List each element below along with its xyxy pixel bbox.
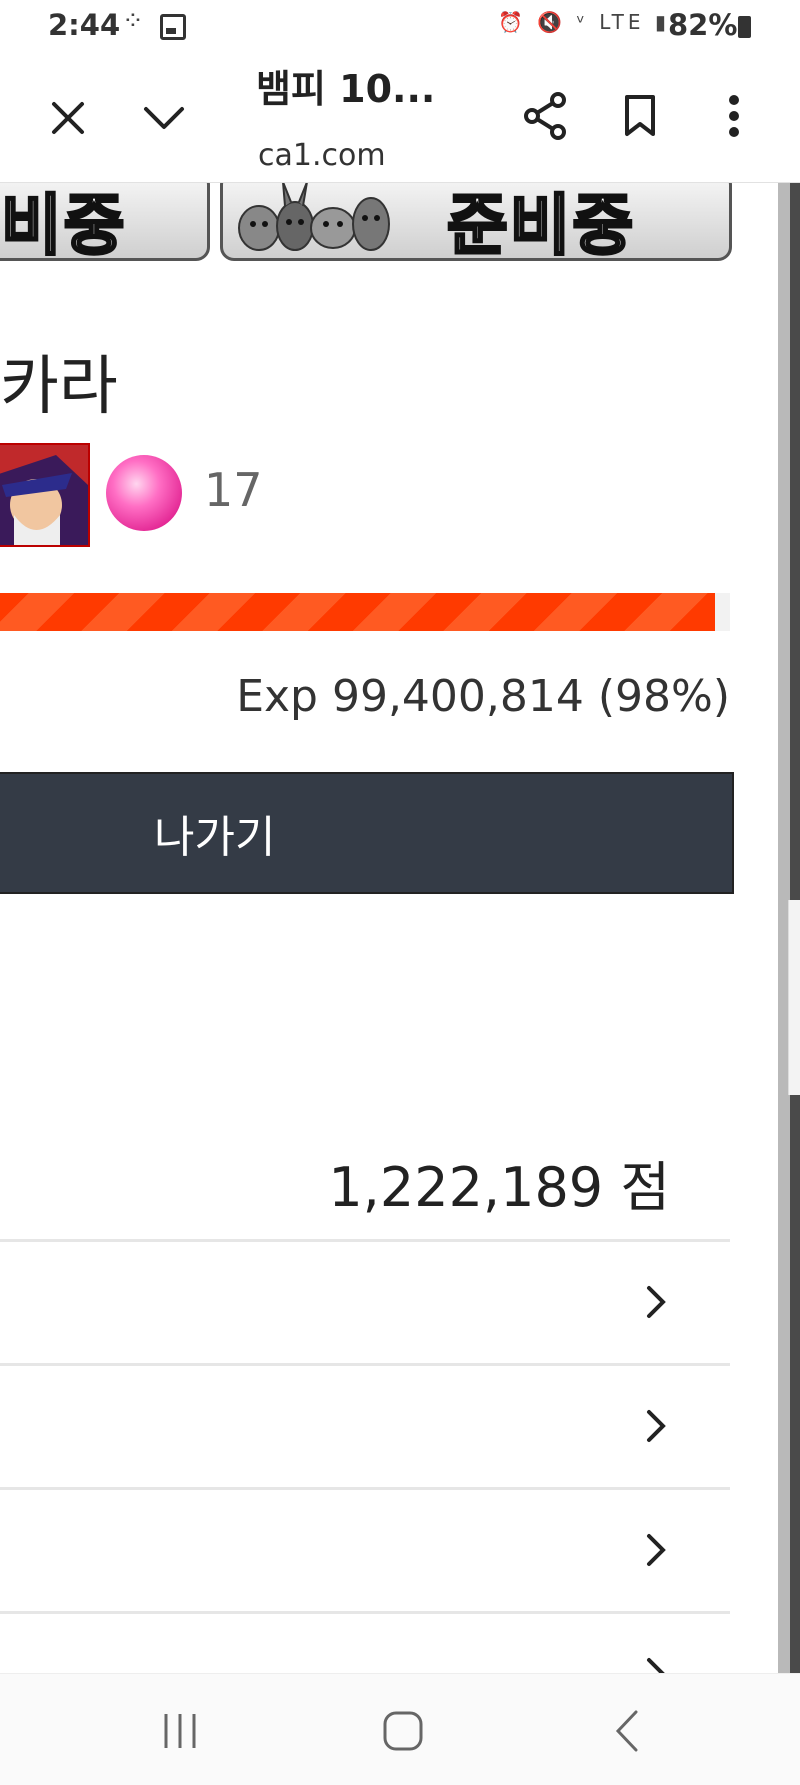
share-icon[interactable] — [516, 84, 576, 148]
menu-row[interactable] — [0, 1363, 730, 1490]
home-icon[interactable] — [382, 1710, 424, 1752]
battery-percent: 82% — [668, 8, 738, 42]
close-icon[interactable] — [40, 90, 96, 146]
page-url[interactable]: ca1.com — [258, 138, 386, 173]
animals-illustration — [238, 183, 390, 251]
exp-progress-bar — [0, 593, 730, 631]
bookmark-icon[interactable] — [612, 86, 668, 146]
status-bar: 2:44 ⁘ ⏰ 🔇 ᵛ LTE ▮ 82% — [0, 0, 800, 54]
page-content: 비중 준비중 카라 17 Exp 99,400,814 (98%) 나가기 1,… — [0, 183, 780, 1673]
browser-toolbar: 뱀피 10... ca1.com — [0, 54, 800, 183]
menu-row[interactable] — [0, 1239, 730, 1366]
back-icon[interactable] — [612, 1708, 642, 1754]
character-title: 카라 — [0, 350, 118, 424]
recent-apps-icon[interactable] — [160, 1712, 200, 1750]
level-gem-icon — [106, 455, 182, 531]
exp-text: Exp 99,400,814 (98%) — [236, 671, 730, 722]
banner-right[interactable]: 준비중 — [220, 183, 732, 261]
character-avatar[interactable] — [0, 443, 90, 547]
score-text: 1,222,189 점 — [328, 1156, 670, 1219]
banner-right-text: 준비중 — [445, 186, 636, 261]
character-level: 17 — [204, 463, 263, 517]
sparkle-icon: ⁘ — [122, 6, 144, 36]
battery-icon — [738, 16, 751, 38]
banner-left[interactable]: 비중 — [0, 183, 210, 261]
system-navigation-bar — [0, 1673, 800, 1785]
system-icons: ⏰ 🔇 ᵛ LTE ▮ — [498, 10, 670, 34]
banner-left-text: 비중 — [0, 186, 127, 261]
image-notification-icon — [160, 14, 186, 40]
exp-progress-fill — [0, 593, 716, 631]
chevron-right-icon — [647, 1658, 665, 1673]
exit-button[interactable]: 나가기 — [0, 772, 734, 894]
chevron-right-icon — [647, 1410, 666, 1442]
more-options-icon[interactable] — [712, 86, 756, 146]
menu-row[interactable] — [0, 1611, 730, 1673]
scrollbar-thumb[interactable] — [788, 900, 800, 1095]
menu-row[interactable] — [0, 1487, 730, 1614]
chevron-right-icon — [647, 1286, 666, 1318]
exit-button-label: 나가기 — [154, 812, 276, 863]
chevron-down-icon[interactable] — [136, 90, 192, 146]
status-time: 2:44 — [48, 8, 121, 42]
page-title: 뱀피 10... — [256, 67, 436, 111]
chevron-right-icon — [647, 1534, 666, 1566]
